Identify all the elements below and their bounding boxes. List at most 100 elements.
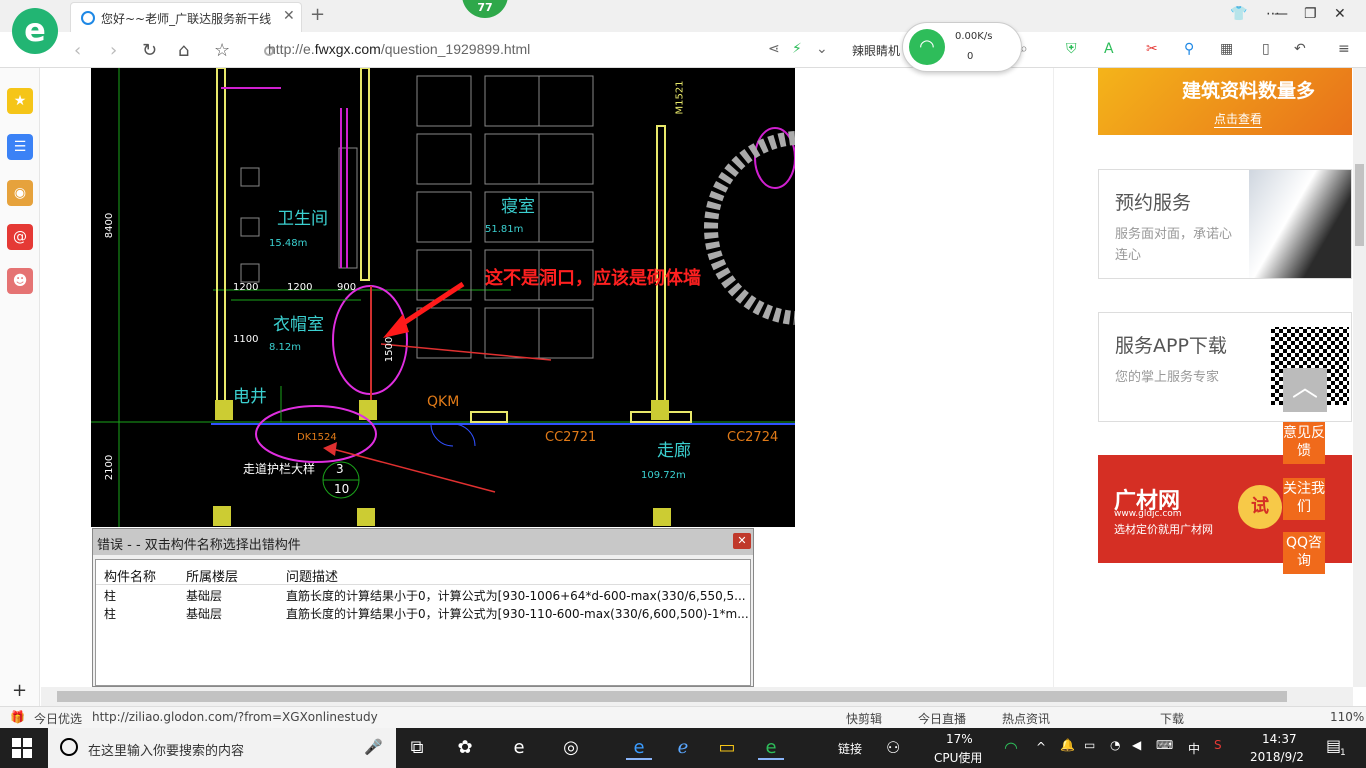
tab-active[interactable]: 您好~~老师_广联达服务新干线 ✕ [70, 2, 302, 32]
pinned-app-icon[interactable]: ✿ [452, 736, 478, 760]
tab-title: 您好~~老师_广联达服务新干线 [101, 12, 272, 26]
weibo-icon[interactable]: ◉ [7, 180, 33, 206]
battery-icon[interactable]: ▭ [1084, 738, 1095, 752]
scroll-thumb[interactable] [1355, 164, 1364, 246]
follow-us-button[interactable]: 关注我们 [1283, 478, 1325, 520]
shield-icon[interactable]: ⛨ [1066, 41, 1077, 57]
back-icon[interactable]: ‹ [74, 40, 81, 61]
quick-clip[interactable]: 快剪辑 [846, 710, 882, 727]
apps-icon[interactable]: ▦ [1220, 41, 1233, 57]
link-toolbar[interactable]: 链接 [838, 740, 862, 757]
minimize-button[interactable]: — [1274, 6, 1288, 22]
magnifier-icon[interactable]: ⚲ [1184, 41, 1194, 57]
notification-badge[interactable]: 77 [462, 0, 508, 18]
people-icon[interactable]: ⚇ [886, 738, 900, 757]
back-to-top-button[interactable]: ︿ [1283, 368, 1327, 412]
handshake-image [1249, 170, 1351, 278]
undo-icon[interactable]: ↶ [1294, 41, 1306, 57]
vertical-scrollbar[interactable] [1353, 68, 1366, 687]
favorite-star-icon[interactable]: ☆ [214, 40, 230, 61]
ad-desc: 服务面对面，承诺心连心 [1115, 227, 1233, 263]
dim-label: CC2724 [727, 430, 779, 445]
360-browser-icon[interactable]: e [758, 736, 784, 760]
edge-icon[interactable]: e [506, 736, 532, 760]
file-explorer-icon[interactable]: ▭ [714, 736, 740, 760]
taskbar-search[interactable]: 在这里输入你要搜索的内容 🎤 [48, 728, 396, 768]
tab-close-icon[interactable]: ✕ [283, 8, 295, 24]
room-name: 寝室 [501, 197, 535, 217]
task-view-icon[interactable]: ⧉ [404, 736, 430, 760]
ie-browser-icon[interactable]: ℯ [670, 736, 696, 760]
windows-start-icon[interactable] [12, 738, 32, 758]
close-button[interactable]: ✕ [1334, 6, 1346, 22]
dim-label: 3 [336, 462, 344, 476]
settings-app-icon[interactable]: ◎ [558, 736, 584, 760]
reader-icon[interactable]: ▯ [1262, 41, 1270, 57]
chevron-up-icon[interactable]: ^ [1036, 740, 1046, 754]
dim-label: 2100 [104, 454, 116, 481]
dropdown-icon[interactable]: ⌄ [816, 41, 828, 57]
today-picks[interactable]: 今日优选 [34, 710, 82, 727]
lightning-icon[interactable]: ⚡ [792, 41, 802, 57]
address-bar: ‹ › ↻ ⌂ ☆ http://e.fwxgx.com/question_19… [0, 32, 1366, 68]
refresh-icon[interactable]: ↻ [142, 40, 157, 61]
tab-favicon-icon [81, 11, 95, 25]
column-header[interactable]: 问题描述 [286, 566, 338, 585]
forward-icon[interactable]: › [110, 40, 117, 61]
column-header[interactable]: 构件名称 [104, 566, 156, 585]
qq-consult-button[interactable]: QQ咨询 [1283, 532, 1325, 574]
dim-label: 1200 [287, 282, 313, 293]
page-content: 这不是洞口，应该是砌体墙 卫生间 15.48m 寝室 51.81m 衣帽室 8.… [41, 68, 1353, 687]
main-menu-icon[interactable]: ≡ [1338, 41, 1350, 57]
feedback-button[interactable]: 意见反馈 [1283, 422, 1325, 464]
url-field[interactable]: http://e.fwxgx.com/question_1929899.html [268, 41, 530, 57]
column-header[interactable]: 所属楼层 [186, 566, 238, 585]
volume-icon[interactable]: ◀ [1132, 738, 1141, 752]
dim-label: 900 [337, 282, 357, 293]
ad-sub: 选材定价就用广材网 [1114, 523, 1213, 536]
list-icon[interactable]: ☰ [7, 134, 33, 160]
ad-title: 预约服务 [1115, 192, 1192, 214]
sogou-icon[interactable]: S [1214, 738, 1222, 752]
add-sidebar-icon[interactable]: + [12, 680, 27, 701]
ie-icon[interactable]: e [626, 736, 652, 760]
ad-banner-appointment[interactable]: 预约服务 服务面对面，承诺心连心 [1098, 169, 1352, 279]
search-placeholder: 在这里输入你要搜索的内容 [88, 744, 245, 759]
search-engine-text[interactable]: 辣眼睛机 [852, 42, 900, 59]
mail-icon[interactable]: @ [7, 224, 33, 250]
home-icon[interactable]: ⌂ [178, 40, 189, 61]
wifi-tray-icon[interactable]: ◠ [1004, 738, 1018, 757]
robot-icon[interactable]: ☻ [7, 268, 33, 294]
bell-icon[interactable]: 🔔 [1060, 738, 1075, 752]
scissors-icon[interactable]: ✂ [1146, 41, 1158, 57]
dialog-close-button[interactable]: ✕ [733, 533, 751, 549]
share-icon[interactable]: ⋖ [768, 41, 780, 57]
cpu-label: CPU使用 [934, 751, 983, 765]
ad-link[interactable]: 点击查看 [1214, 110, 1263, 128]
microphone-icon[interactable]: 🎤 [364, 738, 383, 756]
room-area: 8.12m [269, 342, 302, 353]
downloads[interactable]: 下载 [1160, 710, 1184, 727]
zoom-level[interactable]: 110% [1330, 710, 1364, 724]
browser-logo-icon[interactable]: e [12, 8, 58, 54]
clock-date[interactable]: 2018/9/2 [1250, 750, 1304, 764]
scroll-thumb[interactable] [57, 691, 1287, 702]
new-tab-button[interactable]: + [310, 4, 325, 25]
error-dialog: 错误 - - 双击构件名称选择出错构件 ✕ 构件名称 所属楼层 问题描述 柱 基… [92, 528, 754, 687]
favorites-star-icon[interactable]: ★ [7, 88, 33, 114]
cortana-icon [60, 738, 78, 756]
restore-button[interactable]: ❐ [1304, 6, 1317, 22]
ime-indicator[interactable]: 中 [1188, 740, 1200, 757]
hot-news[interactable]: 热点资讯 [1002, 710, 1050, 727]
translate-icon[interactable]: A [1104, 41, 1114, 57]
today-live[interactable]: 今日直播 [918, 710, 966, 727]
clock-time[interactable]: 14:37 [1262, 732, 1297, 746]
error-table: 构件名称 所属楼层 问题描述 柱 基础层 直筋长度的计算结果小于0，计算公式为[… [95, 559, 751, 686]
skin-icon[interactable]: 👕 [1230, 6, 1247, 22]
keyboard-icon[interactable]: ⌨ [1156, 738, 1173, 752]
network-widget[interactable]: ◠ 0.00K/s 0 [902, 22, 1022, 72]
action-center-icon[interactable]: ▤ [1326, 736, 1341, 755]
horizontal-scrollbar[interactable] [41, 687, 1353, 706]
ad-banner-materials[interactable]: 建筑资料数量多 点击查看 [1098, 68, 1352, 135]
network-icon[interactable]: ◔ [1110, 738, 1120, 752]
